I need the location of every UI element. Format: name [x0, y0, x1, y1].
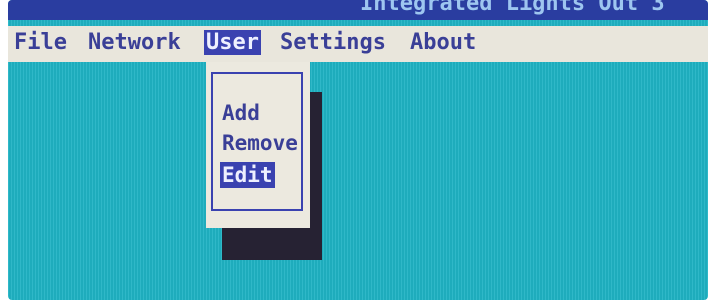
menu-settings[interactable]: Settings [280, 30, 386, 55]
dropdown-border: Add Remove Edit [211, 72, 303, 211]
menu-network[interactable]: Network [88, 30, 181, 55]
window-title: Integrated Lights Out 3 [360, 0, 665, 16]
title-bar: Integrated Lights Out 3 [8, 0, 708, 20]
menu-bar: File Network User Settings About [8, 26, 708, 62]
menu-user[interactable]: User [204, 30, 261, 55]
user-dropdown-menu: Add Remove Edit [206, 62, 310, 228]
menu-item-remove[interactable]: Remove [222, 130, 298, 156]
menu-file[interactable]: File [14, 30, 67, 55]
menu-about[interactable]: About [410, 30, 476, 55]
menu-item-add[interactable]: Add [222, 100, 260, 126]
terminal-screen: Integrated Lights Out 3 File Network Use… [8, 0, 708, 300]
menu-item-edit[interactable]: Edit [220, 162, 275, 188]
